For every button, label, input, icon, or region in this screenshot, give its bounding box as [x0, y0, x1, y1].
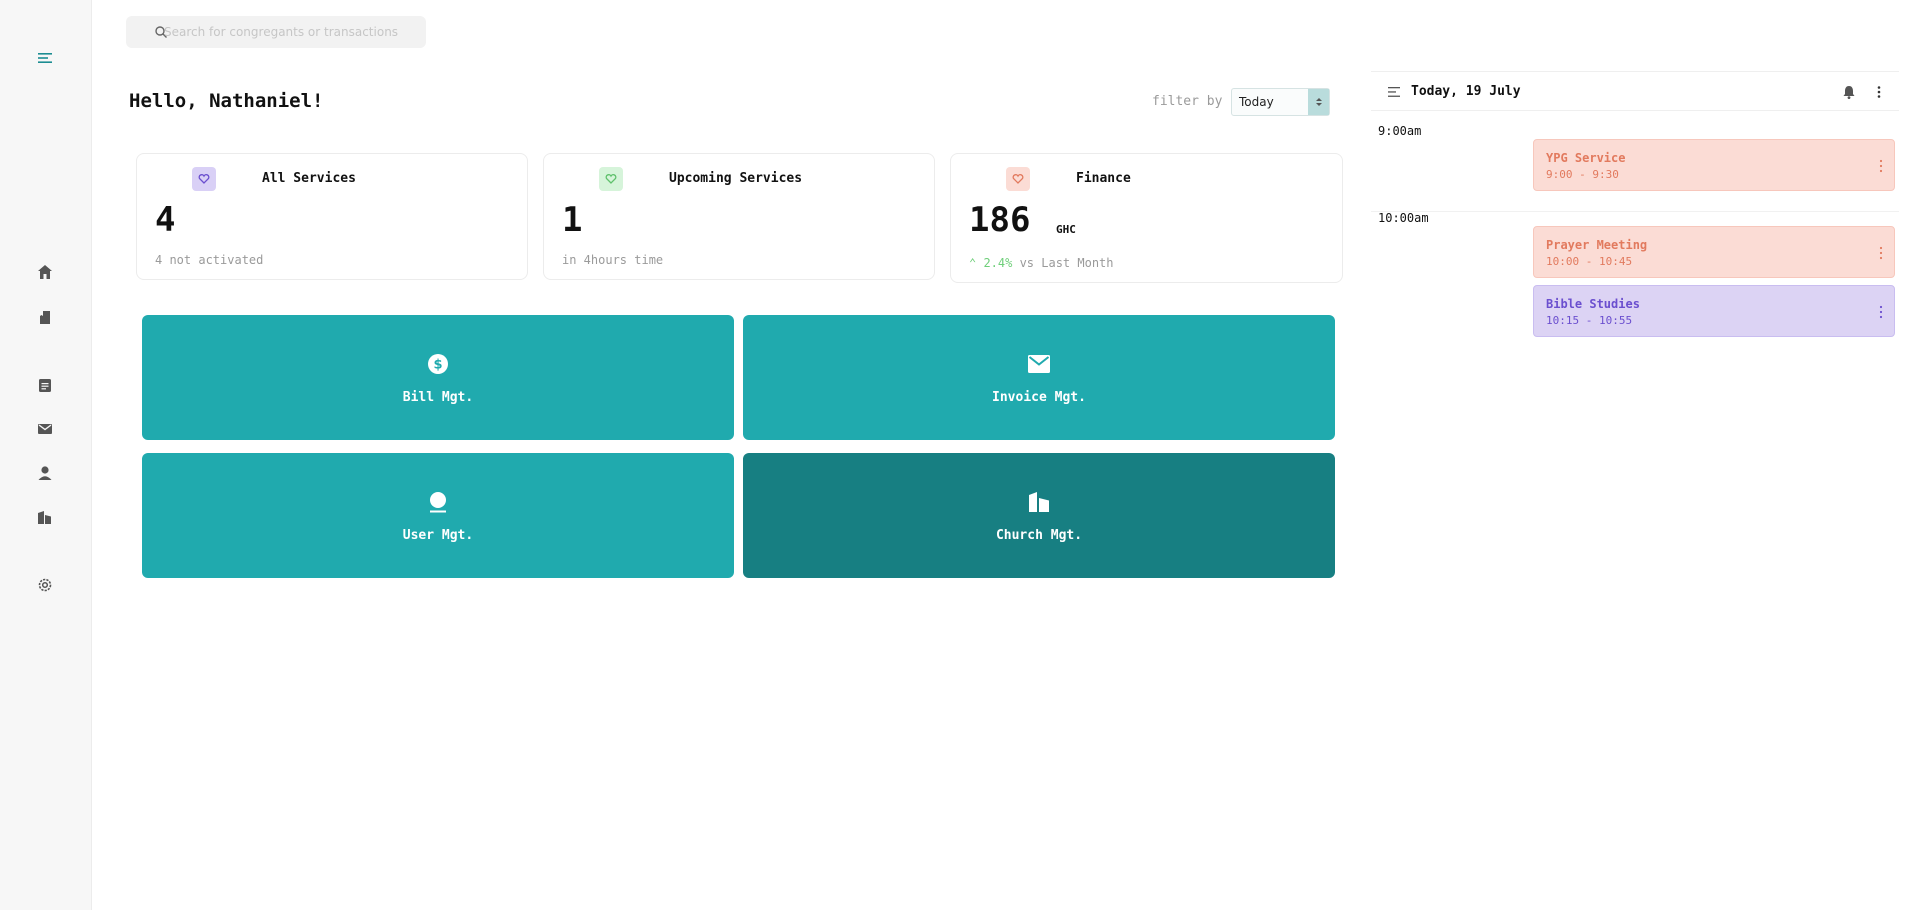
mail-icon[interactable] [34, 418, 56, 440]
stat-unit: GHC [1056, 223, 1076, 236]
event-ypg-service[interactable]: YPG Service 9:00 - 9:30 [1533, 139, 1895, 191]
invoice-mgt-tile[interactable]: Invoice Mgt. [743, 315, 1335, 440]
stat-title: All Services [262, 171, 356, 186]
stat-subtitle: 4 not activated [155, 253, 264, 267]
filter-select[interactable]: Today [1231, 88, 1330, 116]
stat-value: 186 [969, 200, 1031, 240]
select-arrows-icon [1308, 89, 1329, 115]
user-icon [426, 490, 450, 514]
stat-title: Upcoming Services [669, 171, 803, 186]
stat-card-finance: Finance 186 GHC ⌃ 2.4% vs Last Month [950, 153, 1343, 283]
tile-label: Invoice Mgt. [992, 390, 1086, 405]
event-time: 10:15 - 10:55 [1546, 314, 1633, 327]
stat-card-all-services: All Services 4 4 not activated [136, 153, 528, 280]
dollar-icon: $ [426, 352, 450, 376]
home-icon[interactable] [34, 261, 56, 283]
heart-icon [192, 167, 216, 191]
svg-text:$: $ [433, 358, 442, 373]
tile-label: User Mgt. [402, 528, 474, 543]
more-vertical-icon[interactable] [1878, 245, 1884, 261]
event-title: Prayer Meeting [1546, 238, 1648, 252]
stat-value: 4 [155, 200, 176, 240]
search-bar [126, 16, 426, 48]
stat-title: Finance [1076, 171, 1131, 186]
time-slot-label: 9:00am [1378, 124, 1422, 138]
more-vertical-icon[interactable] [1878, 158, 1884, 174]
mail-icon [1027, 352, 1051, 376]
time-divider [1371, 211, 1899, 212]
tile-label: Bill Mgt. [402, 390, 474, 405]
time-slot-label: 10:00am [1378, 211, 1429, 225]
stat-value: 1 [562, 200, 583, 240]
building-icon[interactable] [34, 506, 56, 528]
trend-indicator: ⌃ 2.4% vs Last Month [969, 256, 1114, 270]
user-mgt-tile[interactable]: User Mgt. [142, 453, 734, 578]
more-vertical-icon[interactable] [1871, 84, 1887, 100]
building-icon [1027, 490, 1051, 514]
heart-icon [599, 167, 623, 191]
sidebar [0, 0, 92, 910]
event-title: YPG Service [1546, 151, 1626, 165]
search-input[interactable] [164, 16, 414, 48]
menu-icon[interactable] [1387, 85, 1401, 99]
menu-icon[interactable] [34, 47, 56, 69]
filter-value: Today [1239, 95, 1274, 109]
trend-up-icon: ⌃ [969, 256, 984, 270]
more-vertical-icon[interactable] [1878, 304, 1884, 320]
user-icon[interactable] [34, 462, 56, 484]
event-prayer-meeting[interactable]: Prayer Meeting 10:00 - 10:45 [1533, 226, 1895, 278]
event-bible-studies[interactable]: Bible Studies 10:15 - 10:55 [1533, 285, 1895, 337]
church-mgt-tile[interactable]: Church Mgt. [743, 453, 1335, 578]
stat-subtitle: in 4hours time [562, 253, 664, 267]
tile-label: Church Mgt. [995, 528, 1083, 543]
bell-icon[interactable] [1841, 84, 1857, 100]
event-time: 10:00 - 10:45 [1546, 255, 1633, 268]
event-time: 9:00 - 9:30 [1546, 168, 1619, 181]
trend-text: vs Last Month [1012, 256, 1114, 270]
document-icon[interactable] [34, 374, 56, 396]
bill-mgt-tile[interactable]: $ Bill Mgt. [142, 315, 734, 440]
heart-icon [1006, 167, 1030, 191]
schedule-date: Today, 19 July [1411, 84, 1521, 99]
book-icon[interactable] [34, 306, 56, 328]
stat-card-upcoming-services: Upcoming Services 1 in 4hours time [543, 153, 935, 280]
gear-icon[interactable] [34, 574, 56, 596]
event-title: Bible Studies [1546, 297, 1640, 311]
greeting-title: Hello, Nathaniel! [129, 90, 324, 112]
filter-label: filter by [1152, 94, 1223, 109]
schedule-panel: Today, 19 July 9:00am 10:00am YPG Servic… [1371, 71, 1899, 771]
schedule-header: Today, 19 July [1371, 71, 1899, 111]
trend-value: 2.4% [983, 256, 1013, 270]
